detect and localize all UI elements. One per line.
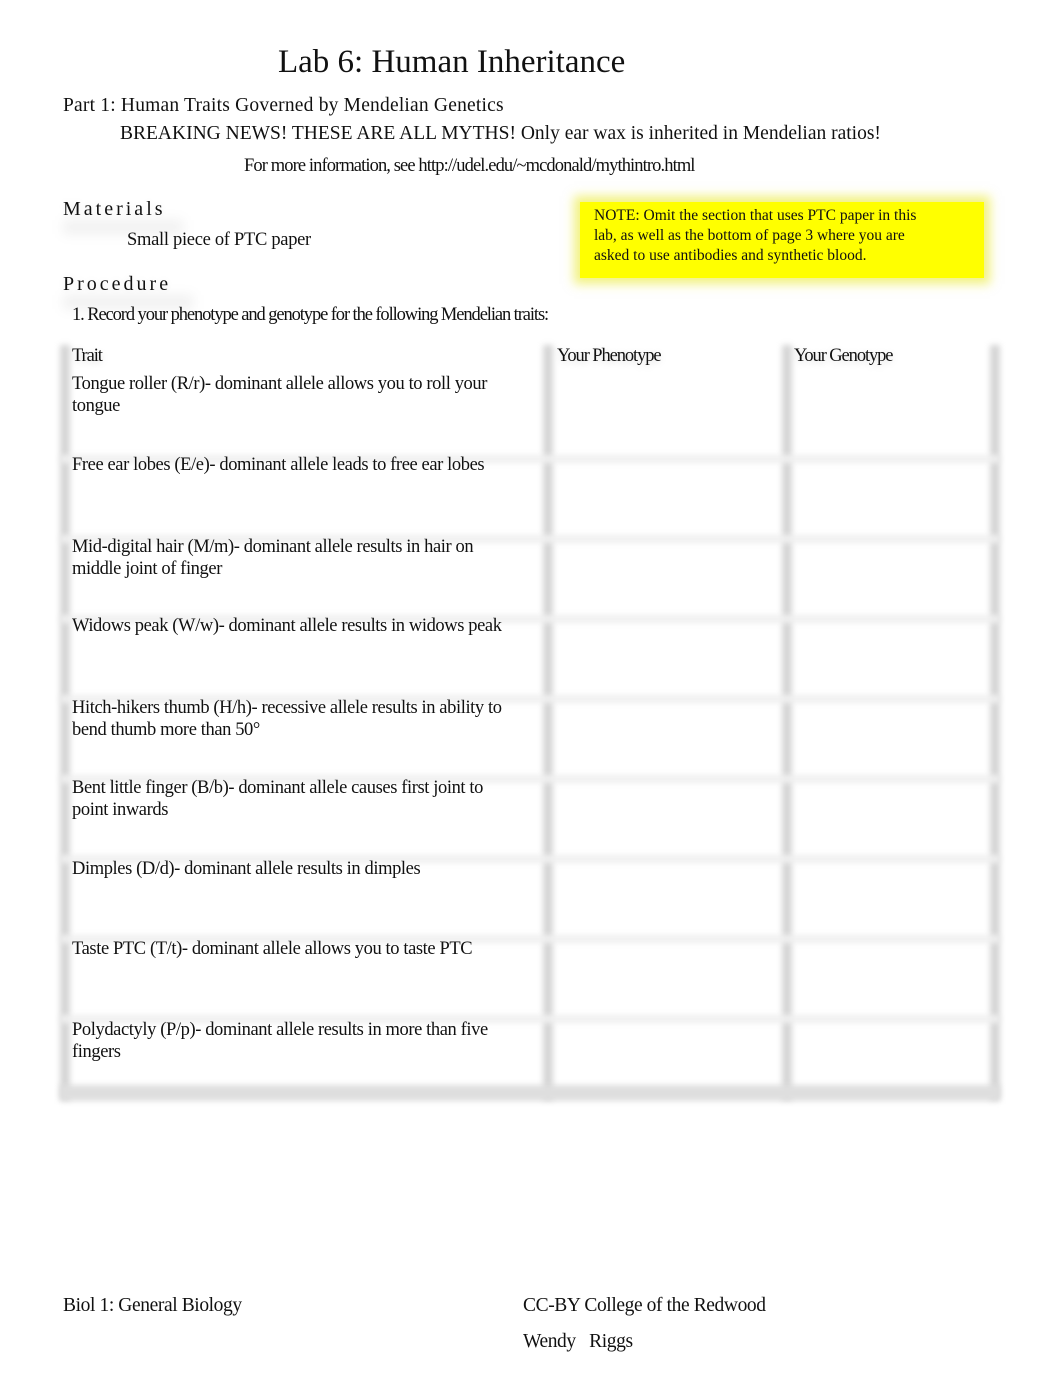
breaking-news: BREAKING NEWS! THESE ARE ALL MYTHS! Only… (120, 123, 881, 144)
trait-cell: Hitch-hikers thumb (H/h)- recessive alle… (72, 698, 502, 740)
footer-license: CC-BY College of the Redwood (523, 1295, 766, 1316)
page-title: Lab 6: Human Inheritance (278, 44, 626, 80)
materials-item: Small piece of PTC paper (127, 230, 311, 250)
footer-author: Wendy Riggs (523, 1331, 633, 1352)
procedure-step-1: 1. Record your phenotype and genotype fo… (72, 305, 549, 325)
note-line: asked to use antibodies and synthetic bl… (594, 247, 867, 264)
trait-cell: Bent little finger (B/b)- dominant allel… (72, 778, 483, 820)
trait-cell: Tongue roller (R/r)- dominant allele all… (72, 374, 488, 416)
note-line: NOTE: Omit the section that uses PTC pap… (594, 207, 917, 224)
trait-cell: Free ear lobes (E/e)- dominant allele le… (72, 455, 485, 475)
materials-heading: Materials (63, 198, 166, 220)
trait-cell: Widows peak (W/w)- dominant allele resul… (72, 616, 502, 636)
table-border-bottom (60, 1085, 1000, 1101)
trait-cell: Dimples (D/d)- dominant allele results i… (72, 859, 421, 879)
part-heading: Part 1: Human Traits Governed by Mendeli… (63, 95, 504, 116)
footer-course: Biol 1: General Biology (63, 1295, 242, 1316)
trait-cell: Polydactyly (P/p)- dominant allele resul… (72, 1020, 488, 1062)
note-box: NOTE: Omit the section that uses PTC pap… (580, 202, 984, 278)
procedure-heading: Procedure (63, 273, 172, 295)
traits-table: Trait Your Phenotype Your Genotype Tongu… (60, 345, 1000, 1101)
header-phenotype: Your Phenotype (557, 346, 662, 366)
note-line: lab, as well as the bottom of page 3 whe… (594, 227, 905, 244)
header-trait: Trait (72, 346, 103, 366)
trait-cell: Mid-digital hair (M/m)- dominant allele … (72, 537, 474, 579)
trait-cell: Taste PTC (T/t)- dominant allele allows … (72, 939, 473, 959)
header-genotype: Your Genotype (794, 346, 894, 366)
more-info-link[interactable]: For more information, see http://udel.ed… (244, 156, 695, 177)
